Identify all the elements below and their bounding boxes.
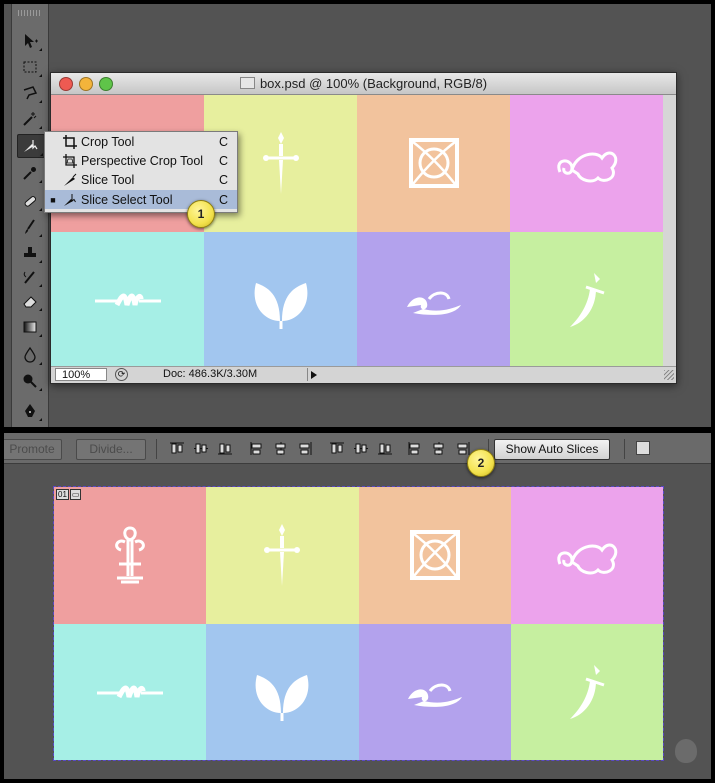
gradient-tool-icon[interactable] [17, 316, 43, 338]
clone-stamp-tool-icon[interactable] [17, 242, 43, 264]
slice-select-icon [61, 193, 79, 207]
rope-divider-ornament-icon [97, 685, 164, 698]
document-title-bar[interactable]: box.psd @ 100% (Background, RGB/8) [51, 73, 676, 95]
fleur-ornament-icon [115, 526, 145, 584]
bottom-screenshot-panel: Promote Divide... Show Auto Slices 01 ▭ … [4, 433, 711, 779]
slice-canvas-tile-5 [54, 623, 207, 760]
eyedropper-tool-icon[interactable] [17, 162, 43, 184]
square-knot-ornament-icon [408, 138, 459, 189]
align-vertical-centers-icon[interactable] [194, 442, 208, 455]
slice-canvas-tile-6 [206, 623, 359, 760]
canvas-tile-4 [510, 95, 663, 232]
swirl-leaf-ornament-icon [556, 151, 617, 183]
document-window: box.psd @ 100% (Background, RGB/8) 100% … [50, 72, 677, 384]
move-tool-icon[interactable] [17, 30, 43, 52]
promote-button[interactable]: Promote [4, 439, 62, 460]
align-bottom-edges-icon[interactable] [218, 442, 232, 455]
sword-ornament-icon [569, 272, 604, 327]
distribute-horizontal-centers-icon[interactable] [432, 442, 446, 455]
status-menu-arrow-icon[interactable] [307, 368, 320, 381]
dagger-ornament-icon [262, 132, 299, 195]
image-slice-icon: ▭ [69, 489, 82, 500]
vertical-scroll-gutter[interactable] [664, 95, 676, 368]
watermark-logo-icon [675, 739, 697, 763]
canvas-tile-6 [204, 231, 357, 368]
canvas-tile-8 [510, 231, 663, 368]
blur-tool-icon[interactable] [17, 344, 43, 366]
healing-brush-tool-icon[interactable] [17, 190, 43, 212]
document-title: box.psd @ 100% (Background, RGB/8) [259, 76, 488, 91]
align-right-edges-icon[interactable] [298, 442, 312, 455]
history-brush-tool-icon[interactable] [17, 266, 43, 288]
menu-item-perspective-crop-tool[interactable]: Perspective Crop Tool C [45, 151, 237, 170]
menu-item-slice-tool[interactable]: Slice Tool C [45, 170, 237, 189]
pen-tool-icon[interactable] [17, 400, 43, 422]
crop-tools-flyout-menu: Crop Tool C Perspective Crop Tool C Slic… [44, 131, 238, 213]
align-top-edges-icon[interactable] [170, 442, 184, 455]
psd-file-icon [239, 77, 255, 89]
canvas-tile-7 [357, 231, 510, 368]
callout-badge-1: 1 [187, 200, 215, 228]
show-auto-slices-button[interactable]: Show Auto Slices [494, 439, 610, 460]
sword-ornament-icon [569, 664, 605, 719]
distribute-top-edges-icon[interactable] [330, 442, 344, 455]
wave-ornament-icon [406, 291, 461, 315]
zoom-level-field[interactable]: 100% [55, 368, 107, 381]
magic-wand-tool-icon[interactable] [17, 108, 43, 130]
leaves-ornament-icon [254, 282, 307, 329]
canvas-tile-3 [357, 95, 510, 232]
swirl-leaf-ornament-icon [557, 543, 618, 575]
slice-canvas-tile-2 [206, 487, 359, 624]
crop-icon [61, 134, 79, 149]
dodge-tool-icon[interactable] [17, 370, 43, 392]
eraser-tool-icon[interactable] [17, 290, 43, 312]
resize-grip-icon[interactable] [664, 370, 674, 380]
slice-canvas-tile-3 [358, 487, 511, 624]
slice-icon [61, 173, 79, 187]
document-size-info: Doc: 486.3K/3.30M [163, 368, 258, 380]
dagger-ornament-icon [264, 524, 301, 587]
align-horizontal-centers-icon[interactable] [274, 442, 288, 455]
menu-item-crop-tool[interactable]: Crop Tool C [45, 132, 237, 151]
status-info-icon[interactable]: ⟳ [115, 368, 128, 381]
status-bar: 100% ⟳ Doc: 486.3K/3.30M [51, 366, 676, 383]
slice-canvas-tile-1 [54, 487, 207, 624]
slice-options-bar: Promote Divide... Show Auto Slices [4, 433, 711, 464]
slice-options-panel-icon[interactable] [636, 441, 650, 455]
slice-canvas-tile-7 [358, 623, 511, 760]
align-left-edges-icon[interactable] [250, 442, 264, 455]
marquee-tool-icon[interactable] [17, 56, 43, 78]
toolbox-grip[interactable] [18, 10, 42, 16]
top-screenshot-panel: box.psd @ 100% (Background, RGB/8) 100% … [4, 4, 711, 427]
callout-badge-2: 2 [467, 449, 495, 477]
distribute-right-edges-icon[interactable] [456, 442, 470, 455]
divide-button[interactable]: Divide... [76, 439, 146, 460]
slice-select-tool-icon[interactable] [17, 134, 45, 158]
slice-canvas[interactable]: 01 ▭ [53, 486, 664, 761]
distribute-left-edges-icon[interactable] [408, 442, 422, 455]
perspective-crop-icon [61, 153, 79, 168]
square-knot-ornament-icon [409, 530, 460, 581]
leaves-ornament-icon [255, 674, 309, 721]
slice-canvas-tile-4 [510, 487, 663, 624]
slice-canvas-tile-8 [510, 623, 663, 760]
rope-divider-ornament-icon [94, 293, 161, 306]
brush-tool-icon[interactable] [17, 216, 43, 238]
distribute-bottom-edges-icon[interactable] [378, 442, 392, 455]
distribute-vertical-centers-icon[interactable] [354, 442, 368, 455]
slice-number-badge: 01 ▭ [56, 489, 82, 500]
wave-ornament-icon [407, 683, 462, 707]
current-tool-bullet: ■ [50, 194, 56, 205]
lasso-tool-icon[interactable] [17, 82, 43, 104]
tools-panel [11, 4, 49, 427]
canvas-tile-5 [51, 231, 204, 368]
